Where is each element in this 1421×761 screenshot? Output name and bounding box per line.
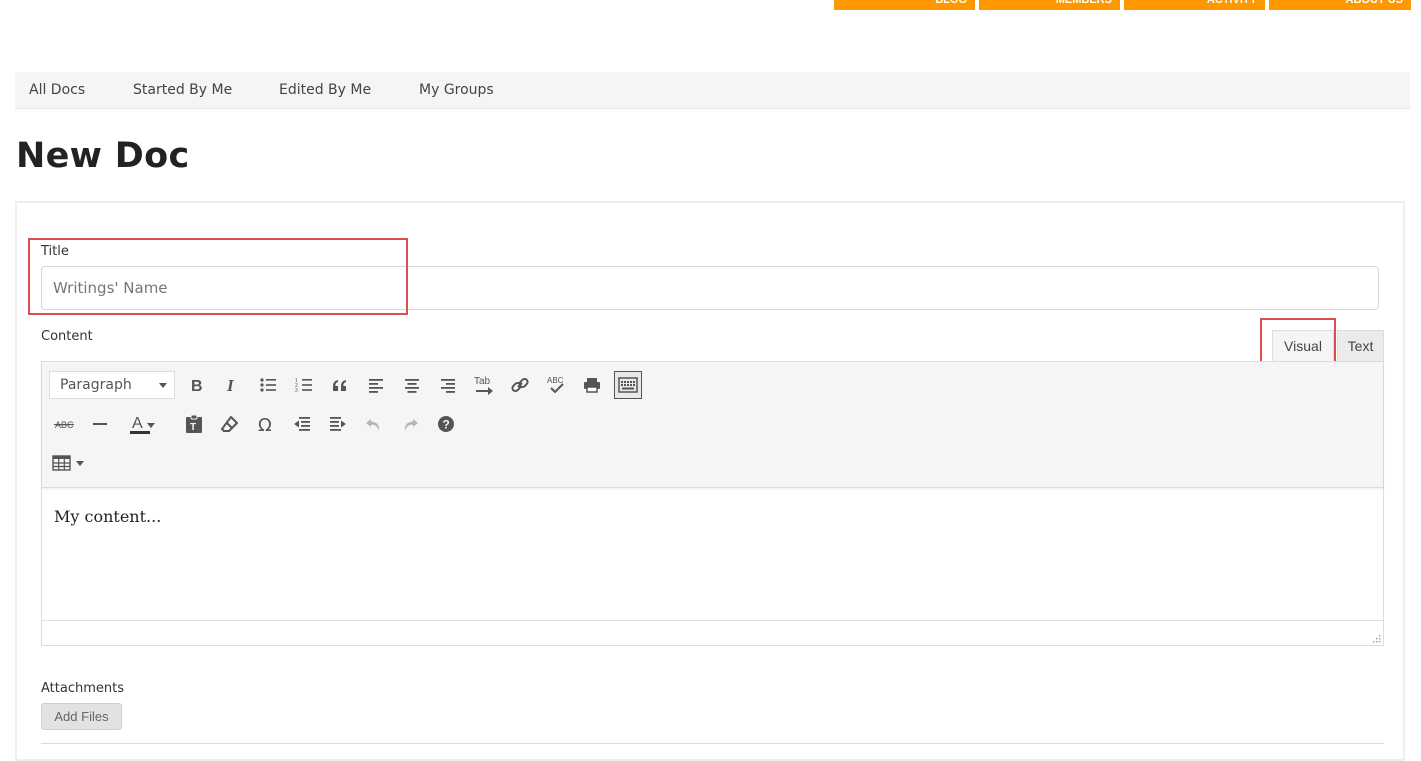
top-nav-item-blog[interactable]: BLOG <box>834 0 975 10</box>
spellcheck-icon[interactable]: ABC <box>542 371 570 399</box>
subnav-my-groups[interactable]: My Groups <box>419 82 494 98</box>
blockquote-icon[interactable] <box>326 371 354 399</box>
docs-subnav: All Docs Started By Me Edited By Me My G… <box>15 72 1410 109</box>
content-editor-body[interactable]: My content... <box>42 488 1383 621</box>
indent-icon[interactable] <box>324 410 352 438</box>
help-icon[interactable]: ? <box>432 410 460 438</box>
tab-text[interactable]: Text <box>1337 330 1384 362</box>
top-nav-item-about[interactable]: ABOUT US <box>1269 0 1411 10</box>
bold-icon[interactable]: B <box>182 371 210 399</box>
editor-statusbar <box>42 620 1383 645</box>
print-icon[interactable] <box>578 371 606 399</box>
page-title: New Doc <box>16 136 190 176</box>
special-character-icon[interactable]: Ω <box>252 410 280 438</box>
format-select[interactable]: Paragraph <box>49 371 175 399</box>
table-icon[interactable] <box>50 449 90 477</box>
add-files-button[interactable]: Add Files <box>41 703 122 730</box>
content-label: Content <box>41 329 93 344</box>
title-label: Title <box>41 244 69 259</box>
content-editor: Paragraph B I 123 Tab ABC ABC A T Ω ? My… <box>41 361 1384 646</box>
text-color-icon[interactable]: A <box>122 410 162 438</box>
svg-text:T: T <box>190 422 196 433</box>
paste-text-icon[interactable]: T <box>180 410 208 438</box>
top-nav-item-members[interactable]: MEMBERS <box>979 0 1120 10</box>
align-left-icon[interactable] <box>362 371 390 399</box>
attachments-label: Attachments <box>41 681 124 696</box>
format-select-value: Paragraph <box>60 377 132 393</box>
subnav-all-docs[interactable]: All Docs <box>29 82 85 98</box>
italic-icon[interactable]: I <box>218 371 246 399</box>
tab-visual[interactable]: Visual <box>1272 330 1334 362</box>
svg-text:I: I <box>226 377 235 393</box>
form-divider <box>41 743 1384 744</box>
svg-text:Tab: Tab <box>474 376 491 387</box>
outdent-icon[interactable] <box>288 410 316 438</box>
redo-icon[interactable] <box>396 410 424 438</box>
subnav-started-by-me[interactable]: Started By Me <box>133 82 232 98</box>
chevron-down-icon <box>159 383 167 388</box>
undo-icon[interactable] <box>360 410 388 438</box>
bulleted-list-icon[interactable] <box>254 371 282 399</box>
resize-handle-icon[interactable] <box>1371 633 1381 643</box>
link-icon[interactable] <box>506 371 534 399</box>
align-center-icon[interactable] <box>398 371 426 399</box>
svg-text:?: ? <box>443 418 450 432</box>
svg-text:3: 3 <box>295 388 298 393</box>
tab-icon[interactable]: Tab <box>470 371 498 399</box>
svg-text:B: B <box>191 378 203 393</box>
subnav-edited-by-me[interactable]: Edited By Me <box>279 82 371 98</box>
editor-toolbar: Paragraph B I 123 Tab ABC ABC A T Ω ? <box>42 362 1383 488</box>
numbered-list-icon[interactable]: 123 <box>290 371 318 399</box>
top-nav-item-activity[interactable]: ACTIVITY <box>1124 0 1265 10</box>
svg-text:A: A <box>132 415 143 432</box>
clear-formatting-icon[interactable] <box>216 410 244 438</box>
title-input[interactable] <box>41 266 1379 310</box>
horizontal-line-icon[interactable] <box>86 410 114 438</box>
align-right-icon[interactable] <box>434 371 462 399</box>
strikethrough-icon[interactable]: ABC <box>50 410 78 438</box>
svg-text:Ω: Ω <box>258 415 272 433</box>
svg-text:ABC: ABC <box>547 376 564 385</box>
toolbar-toggle-icon[interactable] <box>614 371 642 399</box>
